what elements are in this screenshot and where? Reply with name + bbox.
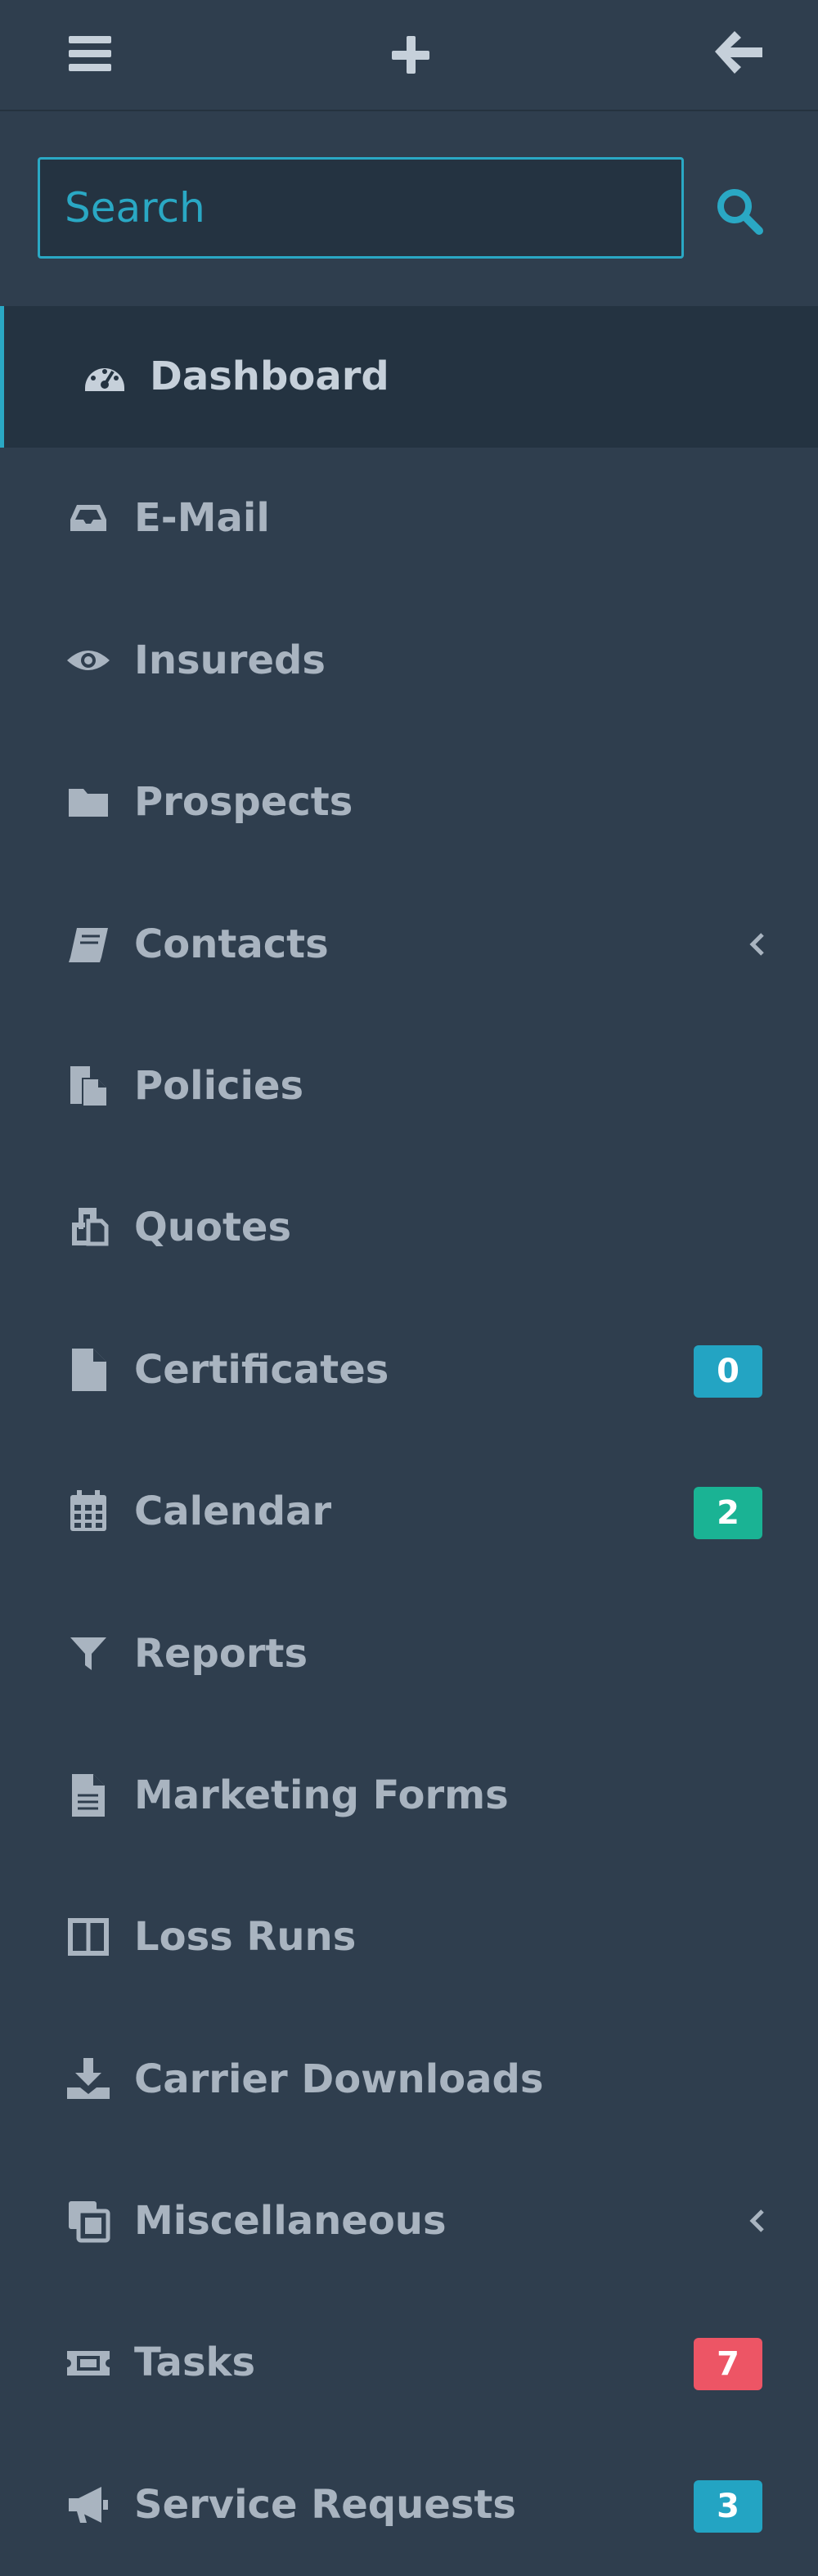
count-badge: 3 <box>694 2479 762 2533</box>
clone-icon <box>65 2198 111 2244</box>
file-icon <box>65 1347 111 1393</box>
eye-icon <box>65 637 111 683</box>
nav-item-service-requests[interactable]: Service Requests 3 <box>0 2434 818 2576</box>
folder-icon <box>65 779 111 825</box>
chevron-left-icon[interactable] <box>741 2204 774 2237</box>
inbox-icon <box>65 495 111 541</box>
nav-item-label: Marketing Forms <box>134 1772 509 1818</box>
nav-item-miscellaneous[interactable]: Miscellaneous <box>0 2150 818 2292</box>
count-badge: 0 <box>694 1344 762 1398</box>
copy-icon <box>65 1205 111 1250</box>
nav-item-prospects[interactable]: Prospects <box>0 732 818 873</box>
nav-item-label: Dashboard <box>150 354 389 399</box>
collapse-arrow-left-icon[interactable] <box>708 25 767 83</box>
add-plus-icon[interactable] <box>381 25 440 83</box>
nav-item-label: Carrier Downloads <box>134 2056 544 2102</box>
count-badge: 2 <box>694 1487 762 1540</box>
download-icon <box>65 2056 111 2102</box>
nav-item-label: Quotes <box>134 1205 292 1251</box>
nav-item-certificates[interactable]: Certificates 0 <box>0 1299 818 1441</box>
nav-item-loss-runs[interactable]: Loss Runs <box>0 1867 818 2008</box>
nav-item-policies[interactable]: Policies <box>0 1016 818 1157</box>
dashboard-icon <box>82 354 128 399</box>
search-area <box>0 111 818 306</box>
nav-menu: Dashboard E-Mail Insureds Prospects Cont… <box>0 306 818 2576</box>
bullhorn-icon <box>65 2482 111 2528</box>
nav-item-label: Tasks <box>134 2340 256 2386</box>
nav-item-label: Certificates <box>134 1346 389 1393</box>
columns-icon <box>65 1914 111 1960</box>
nav-item-label: E-Mail <box>134 495 270 542</box>
chevron-left-icon[interactable] <box>741 928 774 961</box>
calendar-icon <box>65 1488 111 1534</box>
nav-item-insureds[interactable]: Insureds <box>0 590 818 732</box>
files-icon <box>65 1063 111 1109</box>
count-badge: 7 <box>694 2338 762 2391</box>
book-icon <box>65 921 111 967</box>
sidebar-toolbar <box>0 0 818 111</box>
nav-item-calendar[interactable]: Calendar 2 <box>0 1441 818 1583</box>
nav-item-contacts[interactable]: Contacts <box>0 874 818 1016</box>
search-input[interactable] <box>38 157 684 259</box>
nav-item-dashboard[interactable]: Dashboard <box>0 306 818 448</box>
nav-item-label: Insureds <box>134 637 326 683</box>
sidebar: Dashboard E-Mail Insureds <box>0 0 818 2569</box>
ticket-icon <box>65 2340 111 2385</box>
nav-item-label: Loss Runs <box>134 1914 357 1961</box>
nav-item-reports[interactable]: Reports <box>0 1583 818 1725</box>
nav-item-label: Contacts <box>134 921 329 967</box>
nav-item-label: Prospects <box>134 779 353 826</box>
nav-item-label: Service Requests <box>134 2481 516 2528</box>
nav-item-tasks[interactable]: Tasks 7 <box>0 2292 818 2434</box>
nav-item-label: Calendar <box>134 1488 332 1535</box>
nav-item-label: Miscellaneous <box>134 2198 447 2245</box>
search-icon[interactable] <box>710 182 769 241</box>
nav-item-label: Policies <box>134 1062 304 1109</box>
nav-item-marketing-forms[interactable]: Marketing Forms <box>0 1725 818 1867</box>
file-text-icon <box>65 1772 111 1818</box>
nav-item-carrier-downloads[interactable]: Carrier Downloads <box>0 2009 818 2150</box>
nav-item-email[interactable]: E-Mail <box>0 448 818 589</box>
nav-item-label: Reports <box>134 1630 308 1677</box>
filter-icon <box>65 1631 111 1677</box>
nav-item-quotes[interactable]: Quotes <box>0 1157 818 1299</box>
hamburger-menu-icon[interactable] <box>61 25 119 83</box>
